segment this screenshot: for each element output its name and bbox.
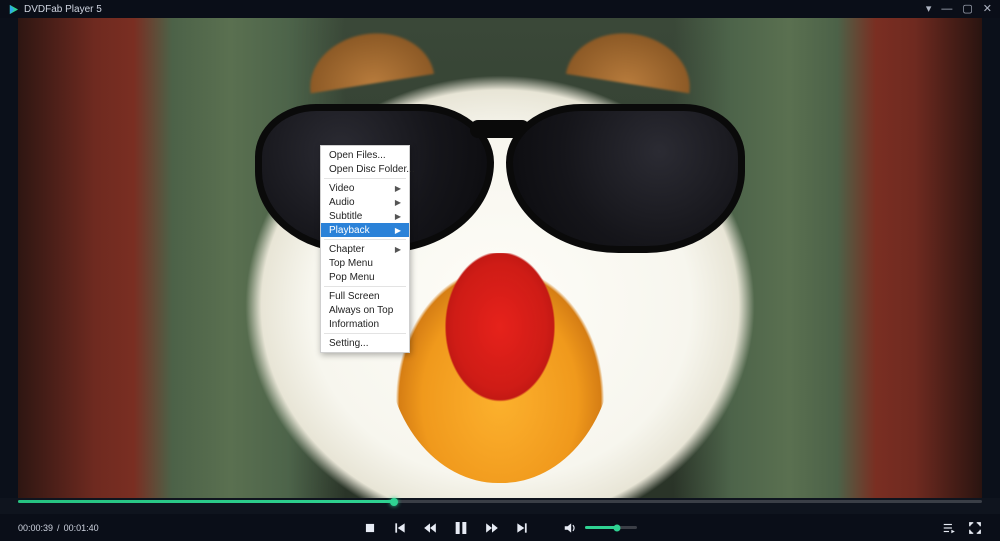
title-bar: DVDFab Player 5 ▾ — ▢ ✕: [0, 0, 1000, 18]
cm-chapter[interactable]: Chapter ▶: [321, 242, 409, 256]
cm-label: Playback: [329, 225, 370, 236]
cm-label: Information: [329, 319, 379, 330]
cm-label: Subtitle: [329, 211, 362, 222]
cm-always-on-top[interactable]: Always on Top: [321, 303, 409, 317]
playlist-button[interactable]: [942, 521, 956, 535]
cm-separator: [324, 333, 406, 334]
rewind-button[interactable]: [423, 521, 437, 535]
decorative-beak: [385, 253, 615, 483]
close-button[interactable]: ✕: [983, 4, 992, 15]
next-button[interactable]: [515, 521, 529, 535]
cm-full-screen[interactable]: Full Screen: [321, 289, 409, 303]
cm-separator: [324, 286, 406, 287]
cm-video[interactable]: Video ▶: [321, 181, 409, 195]
cm-open-files[interactable]: Open Files...: [321, 148, 409, 162]
app-logo-icon: [8, 4, 19, 15]
decorative-brow: [559, 18, 706, 94]
cm-label: Open Files...: [329, 150, 386, 161]
cm-label: Video: [329, 183, 354, 194]
chevron-right-icon: ▶: [395, 226, 401, 235]
seek-bar[interactable]: [18, 500, 982, 514]
seek-track: [18, 500, 982, 503]
cm-label: Audio: [329, 197, 355, 208]
video-area[interactable]: Open Files... Open Disc Folder... Video ▶…: [0, 18, 1000, 498]
context-menu: Open Files... Open Disc Folder... Video ▶…: [320, 145, 410, 353]
fullscreen-button[interactable]: [968, 521, 982, 535]
time-display: 00:00:39 / 00:01:40: [18, 523, 99, 533]
video-pillarbox-left: [0, 18, 18, 498]
total-time: 00:01:40: [64, 523, 99, 533]
cm-label: Setting...: [329, 338, 368, 349]
volume-fill: [585, 526, 617, 529]
time-separator: /: [57, 523, 60, 533]
cm-subtitle[interactable]: Subtitle ▶: [321, 209, 409, 223]
app-title: DVDFab Player 5: [24, 4, 926, 15]
seek-fill: [18, 500, 394, 503]
cm-label: Open Disc Folder...: [329, 164, 415, 175]
cm-setting[interactable]: Setting...: [321, 336, 409, 350]
volume-control: [563, 521, 637, 535]
cm-open-disc-folder[interactable]: Open Disc Folder...: [321, 162, 409, 176]
window-controls: ▾ — ▢ ✕: [926, 4, 992, 15]
chevron-right-icon: ▶: [395, 184, 401, 193]
chevron-right-icon: ▶: [395, 212, 401, 221]
maximize-button[interactable]: ▢: [962, 4, 972, 15]
seek-handle[interactable]: [390, 498, 398, 506]
decorative-brow: [294, 18, 441, 94]
cm-information[interactable]: Information: [321, 317, 409, 331]
cm-label: Full Screen: [329, 291, 380, 302]
minimize-button[interactable]: —: [941, 4, 952, 15]
cm-label: Top Menu: [329, 258, 373, 269]
volume-icon[interactable]: [563, 521, 577, 535]
cm-audio[interactable]: Audio ▶: [321, 195, 409, 209]
volume-handle[interactable]: [614, 524, 621, 531]
cm-top-menu[interactable]: Top Menu: [321, 256, 409, 270]
right-controls: [942, 521, 982, 535]
control-bar: 00:00:39 / 00:01:40: [0, 514, 1000, 541]
dropdown-button[interactable]: ▾: [926, 4, 932, 15]
current-time: 00:00:39: [18, 523, 53, 533]
cm-pop-menu[interactable]: Pop Menu: [321, 270, 409, 284]
fast-forward-button[interactable]: [485, 521, 499, 535]
cm-separator: [324, 239, 406, 240]
cm-playback[interactable]: Playback ▶: [321, 223, 409, 237]
cm-label: Pop Menu: [329, 272, 375, 283]
stop-button[interactable]: [363, 521, 377, 535]
cm-separator: [324, 178, 406, 179]
volume-slider[interactable]: [585, 526, 637, 529]
previous-button[interactable]: [393, 521, 407, 535]
transport-controls: [363, 520, 637, 536]
video-pillarbox-right: [982, 18, 1000, 498]
play-pause-button[interactable]: [453, 520, 469, 536]
cm-label: Always on Top: [329, 305, 393, 316]
chevron-right-icon: ▶: [395, 198, 401, 207]
video-frame: [18, 18, 982, 498]
cm-label: Chapter: [329, 244, 365, 255]
chevron-right-icon: ▶: [395, 245, 401, 254]
